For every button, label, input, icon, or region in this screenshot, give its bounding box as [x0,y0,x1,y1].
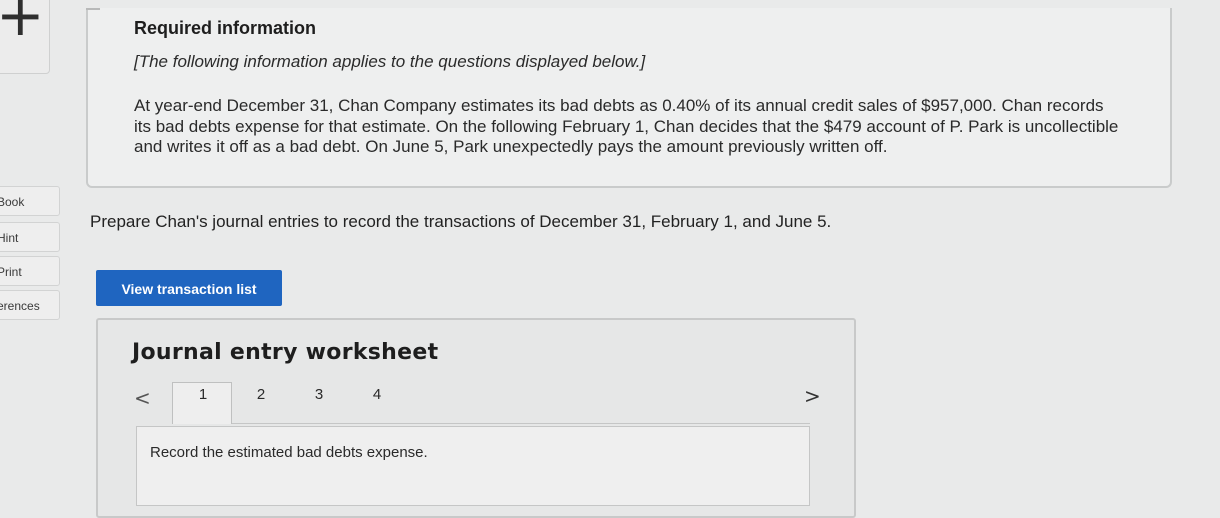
entry-instruction-text: Record the estimated bad debts expense. [150,444,428,461]
question-prompt: Prepare Chan's journal entries to record… [90,212,832,231]
previous-arrow-icon[interactable]: < [134,386,151,410]
tab-3[interactable]: 3 [304,386,334,403]
sidebar-item-print[interactable]: Print [0,256,60,286]
tab-4[interactable]: 4 [362,386,392,403]
next-arrow-icon[interactable]: > [804,384,821,408]
required-information-subtitle: [The following information applies to th… [134,52,646,71]
required-information-title: Required information [134,18,317,38]
sidebar-item-hint[interactable]: Hint [0,222,60,252]
tab-divider [232,423,810,424]
sidebar: + Book Hint Print erences [0,0,60,499]
sidebar-item-book[interactable]: Book [0,186,60,216]
tab-2[interactable]: 2 [246,386,276,403]
view-transaction-list-button[interactable]: View transaction list [96,270,282,306]
problem-description: At year-end December 31, Chan Company es… [134,96,1119,156]
tab-1[interactable]: 1 [188,386,218,403]
worksheet-title: Journal entry worksheet [132,340,439,365]
sidebar-item-references[interactable]: erences [0,290,60,320]
entry-instruction-box [136,426,810,506]
plus-icon: + [0,0,45,49]
